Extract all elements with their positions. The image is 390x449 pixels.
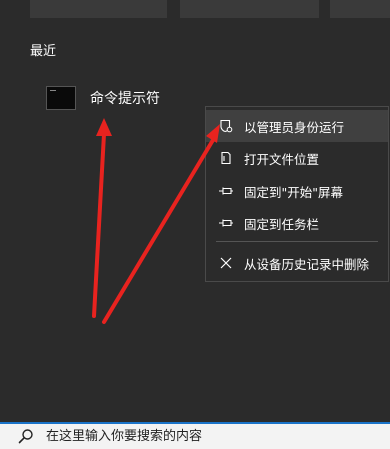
taskbar-search-box[interactable] <box>0 422 390 449</box>
search-icon <box>18 428 34 448</box>
red-arrow-left <box>92 118 112 318</box>
red-arrow-right <box>102 124 220 324</box>
search-input[interactable] <box>46 425 366 447</box>
annotation-arrows <box>92 118 220 324</box>
